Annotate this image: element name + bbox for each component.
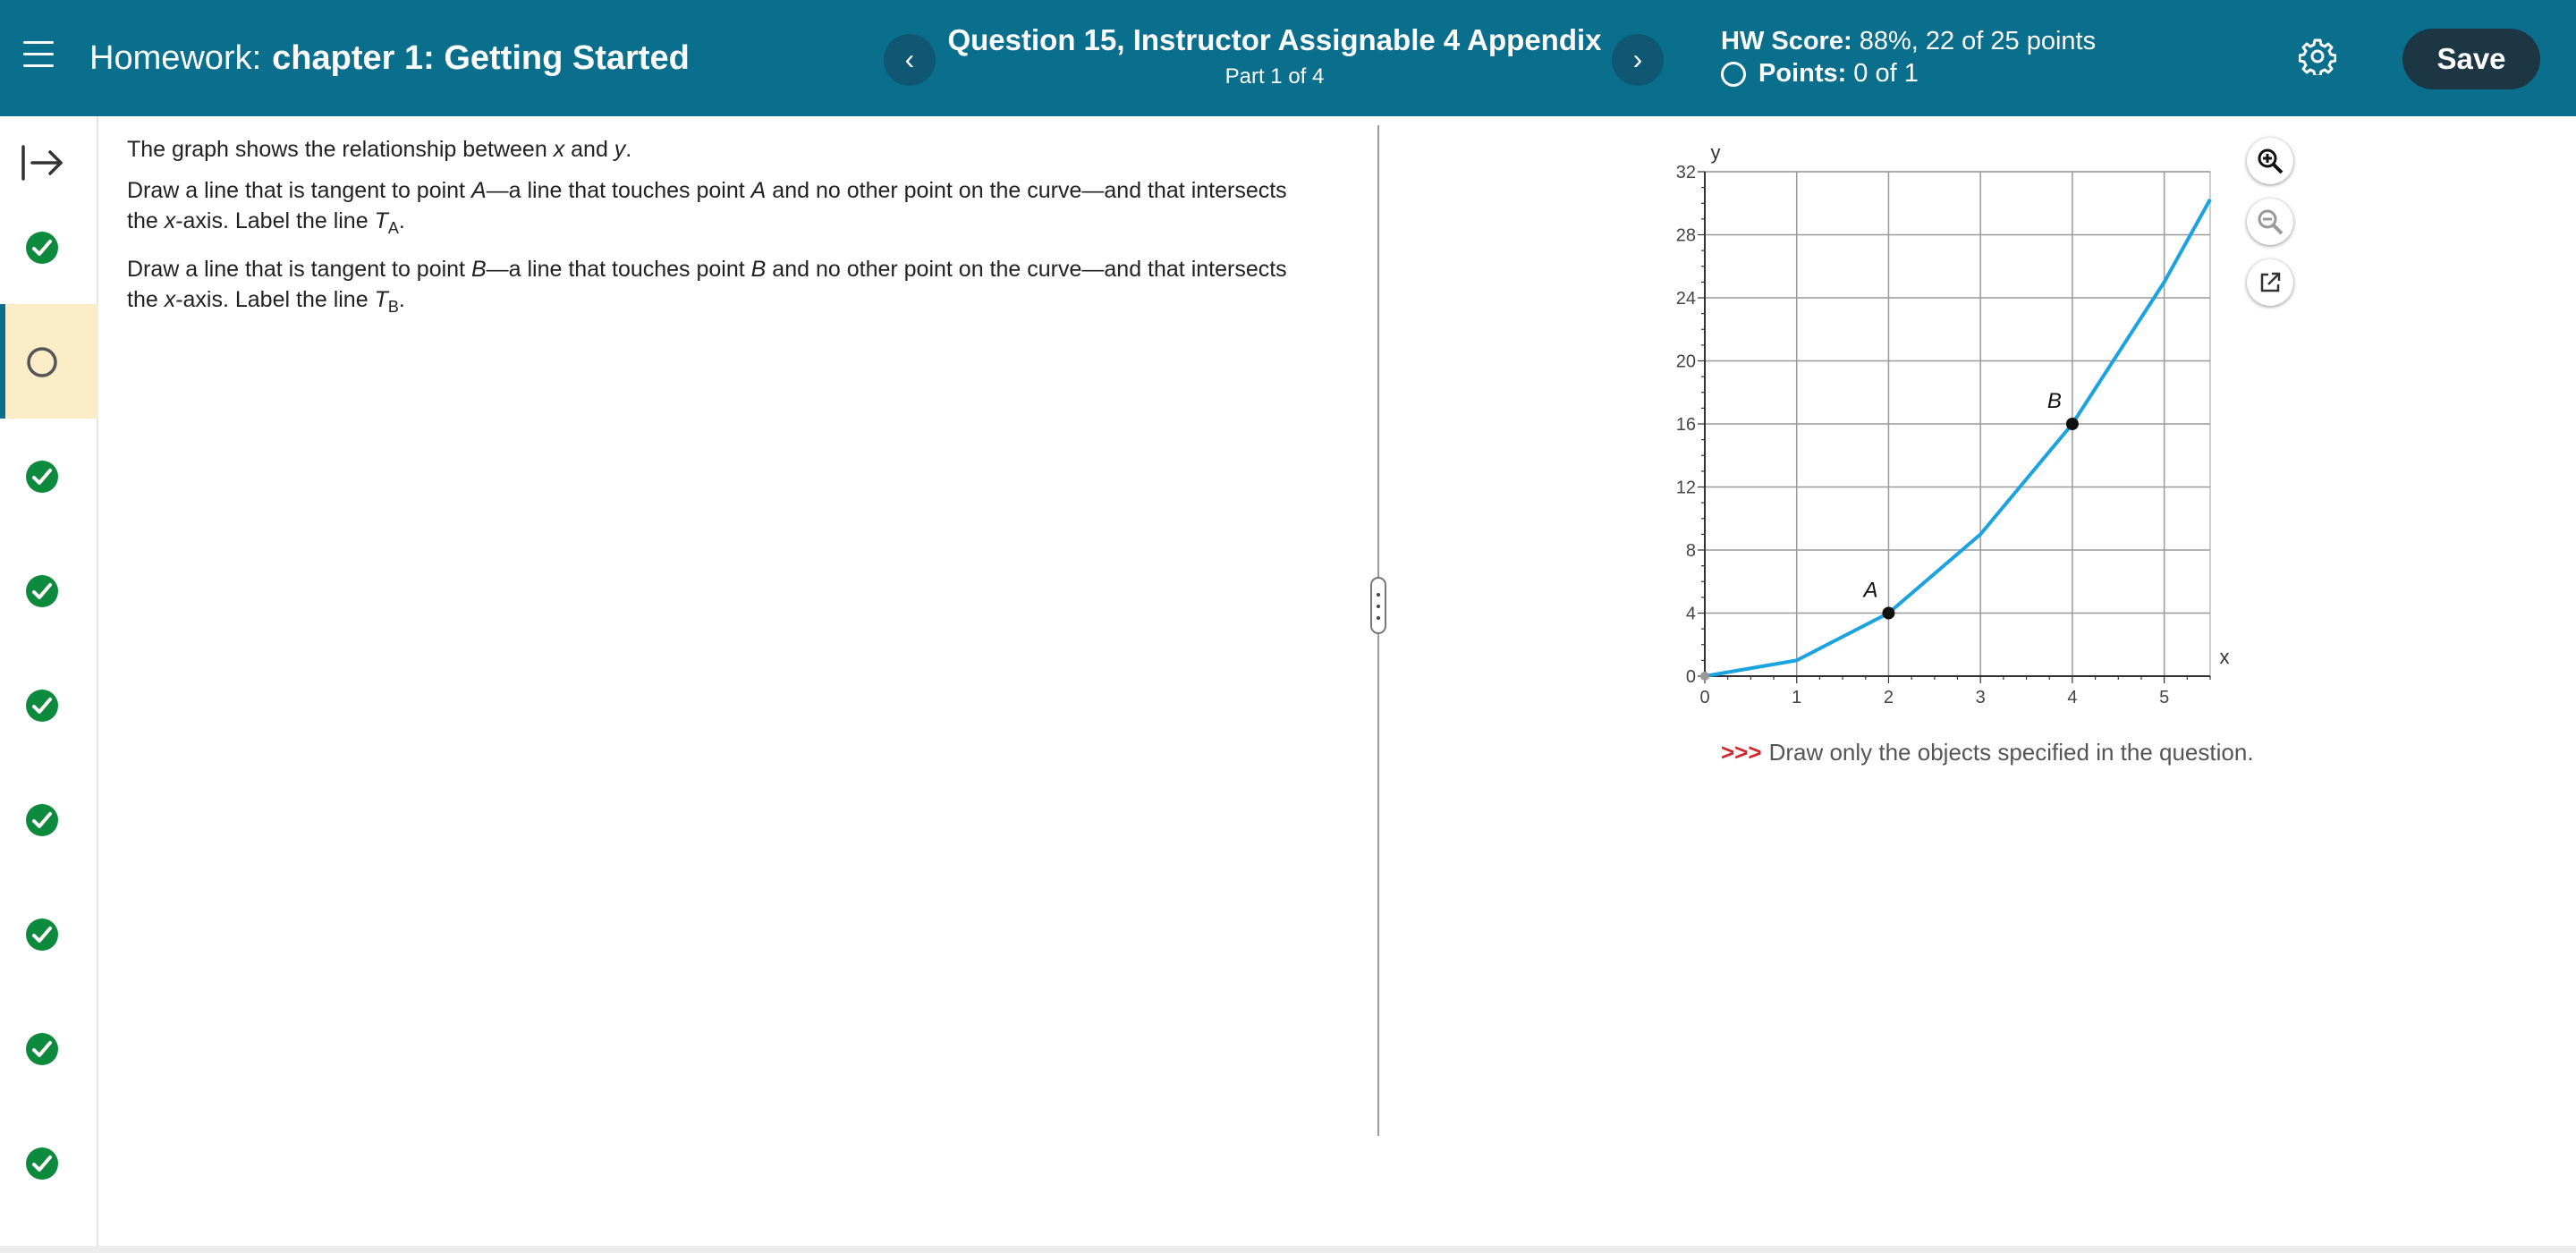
text-fragment: B (470, 257, 487, 282)
points-label: Points: (1758, 59, 1847, 88)
complete-check-icon (25, 803, 59, 837)
y-tick-label: 24 (1676, 289, 1696, 309)
hw-score-value: 88%, 22 of 25 points (1859, 27, 2097, 55)
question-part: Part 1 of 4 (1224, 64, 1325, 89)
question-paragraph-1: The graph shows the relationship between… (127, 134, 1290, 165)
sidebar-question-item[interactable] (0, 648, 98, 762)
y-tick-label: 28 (1676, 226, 1696, 246)
sidebar-question-item[interactable] (0, 1105, 98, 1220)
instruction-arrows: >>> (1721, 739, 1762, 766)
text-fragment: —a line that touches point (486, 257, 751, 282)
y-tick-label: 0 (1686, 667, 1696, 687)
text-fragment: Draw a line that is tangent to point (127, 178, 471, 203)
y-tick-label: 32 (1676, 163, 1696, 182)
sidebar-question-item[interactable] (0, 876, 98, 991)
point-a (1882, 606, 1895, 620)
complete-check-icon (25, 231, 59, 265)
text-fragment: T (374, 208, 388, 233)
text-fragment: -axis. Label the line (175, 208, 375, 233)
graph-area[interactable]: 0 4 8 12 16 20 24 28 32 0 1 2 3 4 5 y x A B (1655, 134, 2245, 724)
text-fragment: —a line that touches point (486, 178, 751, 203)
complete-check-icon (25, 918, 59, 952)
y-tick-label: 8 (1686, 541, 1696, 561)
y-axis-label: y (1711, 141, 1721, 164)
sidebar-question-item[interactable] (0, 419, 98, 533)
settings-gear-icon[interactable] (2298, 38, 2337, 78)
x-tick-label: 5 (2159, 688, 2169, 707)
y-tick-label: 12 (1676, 478, 1696, 498)
text-fragment: B (387, 298, 399, 316)
x-tick-label: 4 (2067, 688, 2077, 707)
expand-sidebar-icon[interactable] (20, 143, 66, 182)
text-fragment: Draw a line that is tangent to point (127, 257, 471, 282)
chart-svg[interactable]: 0481216202428320 1 2 3 4 5yxAB (1655, 134, 2245, 724)
complete-check-icon (25, 460, 59, 494)
text-fragment: . (398, 287, 405, 312)
point-label-a: A (1861, 579, 1877, 603)
save-button[interactable]: Save (2402, 29, 2540, 89)
point-b (2065, 418, 2079, 430)
text-fragment: T (374, 287, 388, 312)
x-tick-label: 2 (1884, 688, 1894, 707)
complete-check-icon (25, 689, 59, 723)
complete-check-icon (25, 1147, 59, 1181)
hw-score: HW Score: 88%, 22 of 25 points (1721, 27, 2096, 56)
sidebar-question-item[interactable] (0, 991, 98, 1105)
zoom-in-icon[interactable] (2247, 138, 2293, 184)
text-fragment: A (470, 178, 487, 203)
text-fragment: The graph shows the relationship between (127, 137, 554, 162)
homework-name: chapter 1: Getting Started (272, 39, 690, 77)
question-paragraph-3: Draw a line that is tangent to point B—a… (127, 254, 1290, 322)
point-label-b: B (2047, 389, 2062, 413)
text-fragment: x (164, 208, 176, 233)
origin-point (1700, 672, 1709, 681)
homework-prefix: Homework: (89, 39, 262, 77)
sidebar-question-item[interactable] (0, 533, 98, 648)
text-fragment: y (614, 137, 626, 162)
zoom-out-icon[interactable] (2247, 199, 2293, 245)
homework-title: Homework: chapter 1: Getting Started (89, 39, 690, 78)
instruction-text: Draw only the objects specified in the q… (1768, 739, 2254, 766)
x-tick-label: 1 (1792, 688, 1801, 707)
text-fragment: and (564, 137, 614, 162)
top-header: Homework: chapter 1: Getting Started ‹ Qu… (0, 0, 2576, 116)
text-fragment: A (750, 178, 767, 203)
next-question-button[interactable]: › (1612, 34, 1664, 86)
x-axis-label: x (2220, 646, 2230, 668)
text-fragment: . (625, 137, 632, 162)
y-tick-label: 4 (1686, 605, 1696, 624)
pane-resize-handle[interactable] (1370, 577, 1386, 634)
bottom-bar (0, 1246, 2576, 1253)
sidebar-question-item[interactable] (0, 190, 98, 304)
sidebar-question-item[interactable] (0, 762, 98, 876)
complete-check-icon (25, 574, 59, 608)
text-fragment: -axis. Label the line (175, 287, 375, 312)
graph-instruction: >>> Draw only the objects specified in th… (1721, 739, 2254, 766)
x-tick-label: 0 (1699, 688, 1709, 707)
question-points: Points: 0 of 1 (1721, 59, 1919, 89)
text-fragment: x (553, 137, 565, 162)
text-fragment: B (750, 257, 767, 282)
menu-icon[interactable] (23, 41, 54, 68)
question-sidebar (0, 116, 98, 1249)
y-tick-label: 20 (1676, 352, 1696, 372)
text-fragment: x (164, 287, 176, 312)
points-value: 0 of 1 (1853, 59, 1919, 88)
question-title: Question 15, Instructor Assignable 4 App… (947, 23, 1602, 56)
text-fragment: A (387, 219, 399, 237)
question-paragraph-2: Draw a line that is tangent to point A—a… (127, 175, 1290, 243)
hw-score-label: HW Score: (1721, 27, 1852, 55)
complete-check-icon (25, 1032, 59, 1066)
incomplete-circle-icon (25, 345, 59, 379)
x-tick-label: 3 (1976, 688, 1986, 707)
sidebar-question-item[interactable] (0, 304, 98, 419)
pop-out-icon[interactable] (2247, 259, 2293, 306)
text-fragment: . (398, 208, 405, 233)
question-text: The graph shows the relationship between… (127, 134, 1290, 333)
points-status-icon (1721, 61, 1746, 87)
previous-question-button[interactable]: ‹ (884, 34, 936, 86)
y-tick-label: 16 (1676, 415, 1696, 435)
